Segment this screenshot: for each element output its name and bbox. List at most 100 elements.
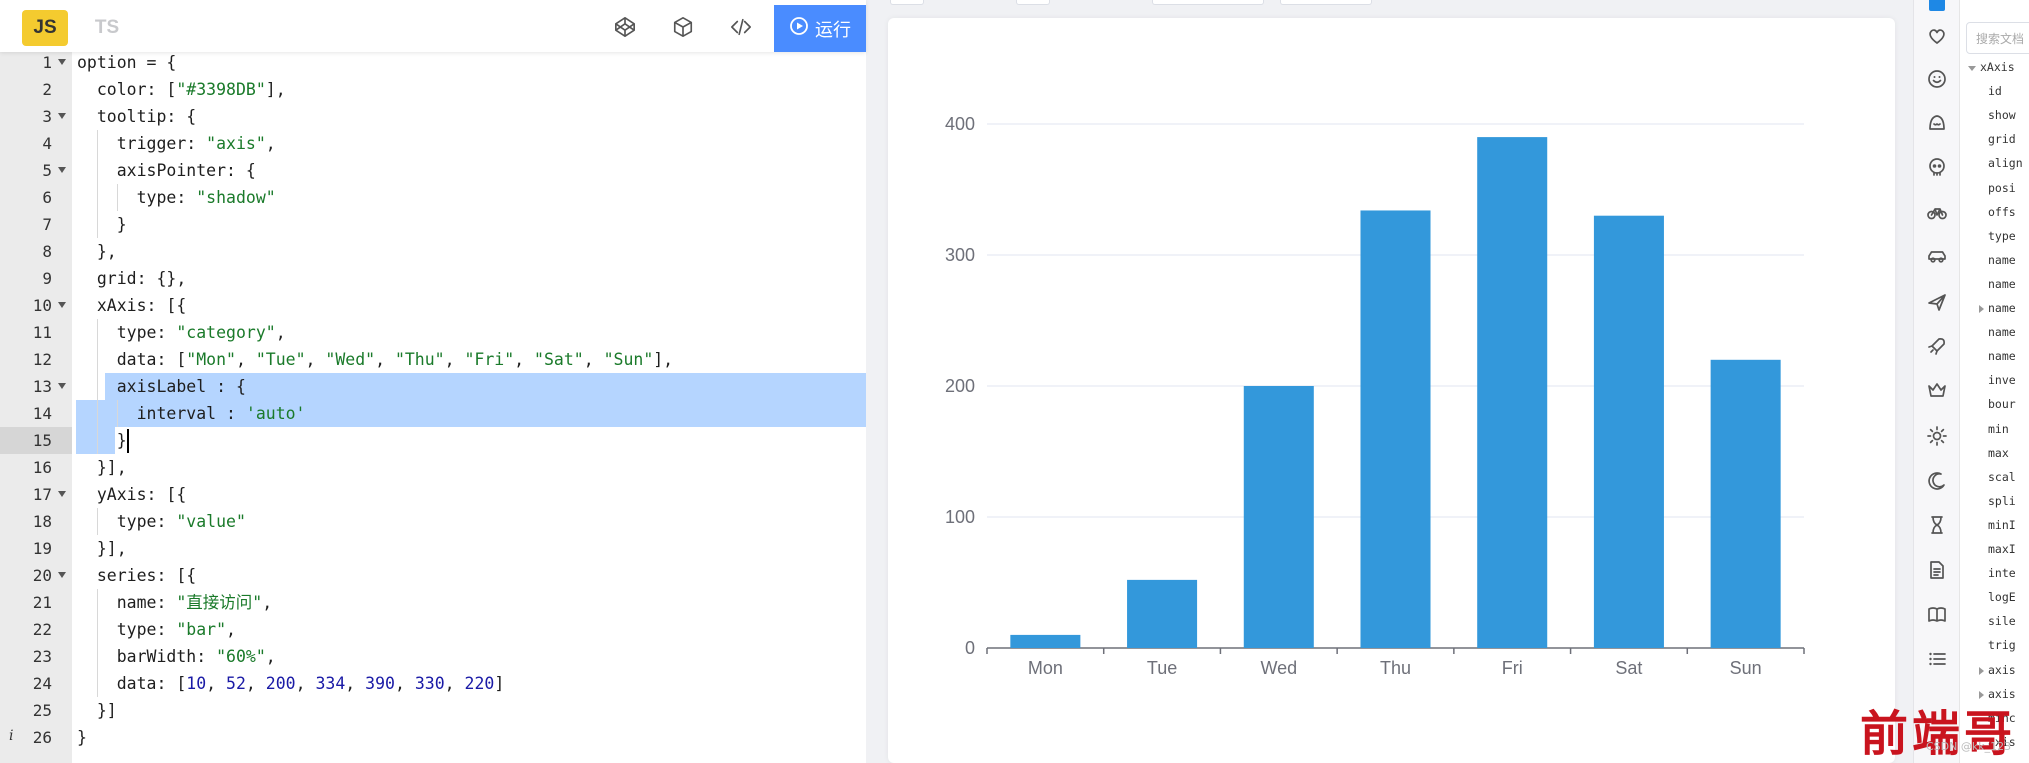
bar-sat[interactable] — [1593, 215, 1664, 648]
skull-icon[interactable] — [1926, 156, 1948, 178]
run-label: 运行 — [815, 19, 851, 41]
hourglass-icon[interactable] — [1926, 514, 1948, 536]
toolbar-select[interactable] — [1280, 0, 1372, 5]
docs-tree-item[interactable]: name — [1988, 277, 2016, 291]
layout-icon[interactable] — [1926, 0, 1948, 14]
code-line: name: "直接访问", — [116, 593, 273, 612]
gutter-line: 1 — [0, 49, 72, 76]
tab-ts[interactable]: TS — [84, 10, 130, 46]
bar-mon[interactable] — [1010, 634, 1081, 648]
docs-tree-item[interactable]: name — [1988, 349, 2016, 363]
moon-icon[interactable] — [1926, 470, 1948, 492]
gutter-line: 23 — [0, 643, 72, 670]
fold-arrow-icon[interactable] — [58, 113, 66, 119]
line-number: 19 — [32, 539, 52, 558]
fold-arrow-icon[interactable] — [58, 167, 66, 173]
toolbar-select[interactable] — [1152, 0, 1264, 5]
docs-tree-item[interactable]: show — [1988, 108, 2016, 122]
code-line: }] — [96, 701, 117, 720]
code-line: axisLabel : { — [116, 377, 246, 396]
docs-tree-item[interactable]: name — [1988, 301, 2016, 315]
expand-arrow-icon[interactable] — [1979, 305, 1984, 313]
codepen-icon[interactable] — [612, 14, 638, 40]
docs-tree-item[interactable]: sile — [1988, 614, 2016, 628]
gutter-line: 15 — [0, 427, 72, 454]
fold-arrow-icon[interactable] — [58, 572, 66, 578]
code-line: yAxis: [{ — [96, 485, 187, 504]
docs-tree-item[interactable]: inve — [1988, 373, 2016, 387]
y-tick-label: 400 — [945, 114, 975, 134]
docs-tree-item[interactable]: id — [1988, 84, 2002, 98]
car-icon[interactable] — [1926, 245, 1948, 267]
docs-tree-item[interactable]: max — [1988, 446, 2009, 460]
bicycle-icon[interactable] — [1926, 201, 1948, 223]
bar-chart[interactable]: 0 100 200 300 400 Mon Tue Wed Thu Fri Sat Sun — [888, 18, 1895, 763]
box-icon[interactable] — [670, 14, 696, 40]
docs-tree-item[interactable]: grid — [1988, 132, 2016, 146]
tab-js[interactable]: JS — [22, 10, 68, 46]
docs-tree-item[interactable]: xAxis — [1980, 60, 2015, 74]
fold-arrow-icon[interactable] — [58, 302, 66, 308]
gutter-line: 21 — [0, 589, 72, 616]
docs-tree-item[interactable]: minI — [1988, 518, 2016, 532]
airplane-icon[interactable] — [1926, 291, 1948, 313]
fold-arrow-icon[interactable] — [58, 491, 66, 497]
side-icon-bar — [1913, 0, 1959, 763]
code-line: interval : 'auto' — [136, 404, 306, 423]
gutter-line: 11 — [0, 319, 72, 346]
sun-icon[interactable] — [1926, 425, 1948, 447]
docs-tree-item[interactable]: axis — [1988, 663, 2016, 677]
docs-search-input[interactable]: 搜索文档 — [1966, 22, 2029, 54]
run-button[interactable]: 运行 — [774, 5, 866, 52]
sleep-icon[interactable] — [1926, 112, 1948, 134]
fold-arrow-icon[interactable] — [58, 383, 66, 389]
docs-tree-item[interactable]: bour — [1988, 397, 2016, 411]
docs-tree-item[interactable]: trig — [1988, 638, 2016, 652]
bar-wed[interactable] — [1243, 386, 1314, 648]
bar-tue[interactable] — [1127, 579, 1198, 648]
list-icon[interactable] — [1926, 648, 1948, 670]
line-number: 17 — [32, 485, 52, 504]
docs-tree-item[interactable]: type — [1988, 229, 2016, 243]
docs-tree-item[interactable]: posi — [1988, 181, 2016, 195]
line-number: 22 — [32, 620, 52, 639]
gutter-line: 24 — [0, 670, 72, 697]
docs-tree-item[interactable]: align — [1988, 156, 2023, 170]
docs-tree-item[interactable]: name — [1988, 253, 2016, 267]
toolbar-control[interactable] — [1016, 0, 1050, 5]
crown-icon[interactable] — [1926, 379, 1948, 401]
fold-arrow-icon[interactable] — [58, 59, 66, 65]
gutter-line: 25 — [0, 697, 72, 724]
smile-icon[interactable] — [1926, 68, 1948, 90]
docs-tree-item[interactable]: scal — [1988, 470, 2016, 484]
docs-tree-item[interactable]: min — [1988, 422, 2009, 436]
toolbar-control[interactable] — [890, 0, 924, 5]
docs-tree-item[interactable]: maxI — [1988, 542, 2016, 556]
book-icon[interactable] — [1926, 604, 1948, 626]
docs-tree-item[interactable]: name — [1988, 325, 2016, 339]
expand-arrow-icon[interactable] — [1979, 666, 1984, 675]
docs-tree-item[interactable]: inte — [1988, 566, 2016, 580]
info-icon[interactable]: i — [9, 728, 13, 744]
bar-fri[interactable] — [1477, 137, 1548, 648]
code-line: data: ["Mon", "Tue", "Wed", "Thu", "Fri"… — [116, 350, 674, 369]
collapse-arrow-icon[interactable] — [1968, 66, 1976, 71]
line-number: 12 — [32, 350, 52, 369]
x-tick-label: Sat — [1615, 658, 1642, 678]
code-area[interactable]: option = { color: ["#3398DB"], tooltip: … — [72, 52, 866, 763]
gutter-line: 9 — [0, 265, 72, 292]
document-icon[interactable] — [1926, 559, 1948, 581]
bar-thu[interactable] — [1360, 210, 1431, 648]
code-line: }, — [96, 242, 117, 261]
rocket-icon[interactable] — [1926, 335, 1948, 357]
docs-tree-item[interactable]: spli — [1988, 494, 2016, 508]
code-line: data: [10, 52, 200, 334, 390, 330, 220] — [116, 674, 505, 693]
code-line: type: "value" — [116, 512, 246, 531]
play-icon — [789, 16, 809, 41]
gutter-line: 22 — [0, 616, 72, 643]
heart-icon[interactable] — [1926, 25, 1948, 47]
docs-tree-item[interactable]: logE — [1988, 590, 2016, 604]
code-icon[interactable] — [728, 14, 754, 40]
bar-sun[interactable] — [1710, 359, 1781, 648]
docs-tree-item[interactable]: offs — [1988, 205, 2016, 219]
